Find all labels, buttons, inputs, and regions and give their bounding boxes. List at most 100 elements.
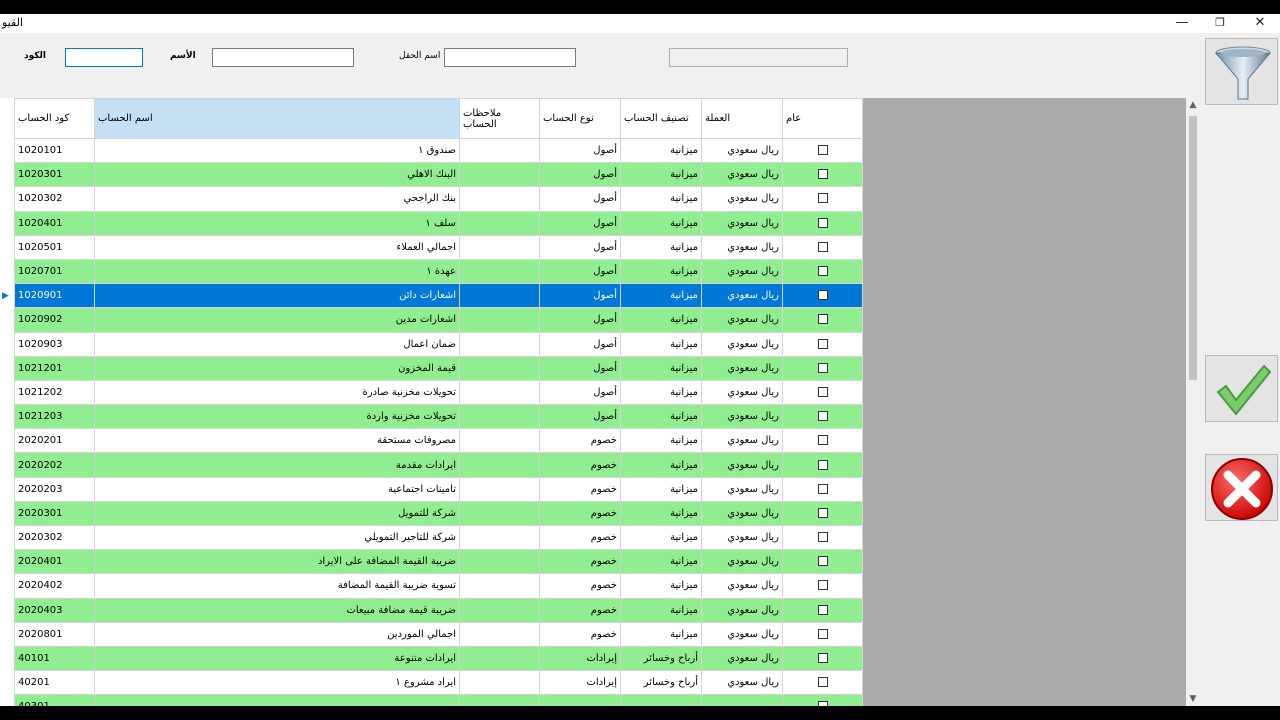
table-row[interactable]: 40201 ايراد مشروع ١ إيرادات أرباح وخسائر ريا… xyxy=(14,670,863,696)
cell-currency[interactable]: ريال سعودي xyxy=(701,645,783,672)
scroll-thumb[interactable] xyxy=(1189,116,1197,380)
table-row[interactable]: 2020203 تامينات اجتماعية خصوم ميزانية ريال س… xyxy=(14,476,863,502)
cell-class[interactable]: ميزانية xyxy=(620,621,702,647)
cell-currency[interactable]: ريال سعودي xyxy=(701,186,783,212)
cell-type[interactable]: خصوم xyxy=(539,428,621,454)
cell-name[interactable]: ايرادات متنوعة xyxy=(94,645,460,672)
cell-class[interactable]: ميزانية xyxy=(620,597,702,623)
cell-type[interactable]: أصول xyxy=(539,331,621,357)
cell-name[interactable]: صندوق ١ xyxy=(94,137,460,164)
cell-code[interactable]: 1020401 xyxy=(14,210,95,236)
cell-name[interactable]: ضمان اعمال xyxy=(94,331,460,357)
close-window-button[interactable]: ✕ xyxy=(1240,14,1280,33)
vertical-scrollbar[interactable]: ▲ ▼ xyxy=(1186,98,1200,706)
name-input[interactable] xyxy=(212,48,354,67)
cell-type[interactable]: أصول xyxy=(539,258,621,285)
code-input[interactable] xyxy=(65,48,143,67)
general-checkbox[interactable] xyxy=(817,677,828,688)
col-header-type[interactable]: نوع الحساب xyxy=(539,98,621,139)
general-checkbox[interactable] xyxy=(817,314,828,325)
cell-name[interactable]: ضريبة القيمة المضافة على الايراد xyxy=(94,549,460,575)
cell-notes[interactable] xyxy=(459,670,540,696)
cell-type[interactable]: خصوم xyxy=(539,573,621,599)
cell-type[interactable]: خصوم xyxy=(539,452,621,478)
cell-class[interactable]: ميزانية xyxy=(620,186,702,212)
cell-code[interactable]: 2020801 xyxy=(14,621,95,647)
cell-class[interactable]: ميزانية xyxy=(620,452,702,478)
table-row[interactable]: 1020101 صندوق ١ أصول ميزانية ريال سعودي xyxy=(14,137,863,164)
cell-notes[interactable] xyxy=(459,573,540,599)
cell-code[interactable]: 1021202 xyxy=(14,379,95,406)
general-checkbox[interactable] xyxy=(817,411,828,422)
cell-name[interactable]: عهدة ١ xyxy=(94,258,460,285)
cell-type[interactable]: أصول xyxy=(539,234,621,260)
cell-code[interactable]: 1020501 xyxy=(14,234,95,260)
table-row[interactable]: 2020201 مصروفات مستحقة خصوم ميزانية ريال سعو… xyxy=(14,428,863,454)
cell-currency[interactable]: ريال سعودي xyxy=(701,307,783,333)
cell-currency[interactable]: ريال سعودي xyxy=(701,452,783,478)
cell-name[interactable]: مصروفات مستحقة xyxy=(94,428,460,454)
cell-currency[interactable]: ريال سعودي xyxy=(701,355,783,381)
cell-currency[interactable]: ريال سعودي xyxy=(701,428,783,454)
cell-currency[interactable]: ريال سعودي xyxy=(701,476,783,502)
general-checkbox[interactable] xyxy=(817,532,828,543)
scroll-up-icon[interactable]: ▲ xyxy=(1186,98,1200,112)
general-checkbox[interactable] xyxy=(817,628,828,639)
general-checkbox[interactable] xyxy=(817,386,828,397)
table-row[interactable]: 1020301 البنك الاهلي أصول ميزانية ريال سعودي xyxy=(14,162,863,188)
cell-currency[interactable]: ريال سعودي xyxy=(701,379,783,406)
cell-notes[interactable] xyxy=(459,694,540,706)
general-checkbox[interactable] xyxy=(817,145,828,156)
cell-currency[interactable]: ريال سعودي xyxy=(701,210,783,236)
cell-class[interactable]: ميزانية xyxy=(620,355,702,381)
cell-code[interactable]: 1020901 xyxy=(14,283,95,309)
general-checkbox[interactable] xyxy=(817,241,828,252)
table-row[interactable]: 1020401 سلف ١ أصول ميزانية ريال سعودي xyxy=(14,210,863,236)
cell-notes[interactable] xyxy=(459,597,540,623)
general-checkbox[interactable] xyxy=(817,459,828,470)
cell-name[interactable]: شركة للتمويل xyxy=(94,500,460,527)
accounts-grid[interactable]: ▶ كود الحساب اسم الحساب ملاحظات الحساب ن… xyxy=(0,98,1186,706)
table-row[interactable]: 2020403 ضريبة قيمة مضافة مبيعات خصوم ميزاني… xyxy=(14,597,863,623)
cell-code[interactable]: 1020101 xyxy=(14,137,95,164)
table-row[interactable]: 2020302 شركة للتاجير التمويلي خصوم ميزانية ر… xyxy=(14,524,863,551)
col-header-notes[interactable]: ملاحظات الحساب xyxy=(459,98,540,139)
col-header-currency[interactable]: العملة xyxy=(701,98,783,139)
cell-notes[interactable] xyxy=(459,258,540,285)
table-row[interactable]: 2020301 شركة للتمويل خصوم ميزانية ريال سعودي xyxy=(14,500,863,527)
cell-name[interactable]: ايراد مشروع ١ xyxy=(94,670,460,696)
cell-currency[interactable]: ريال سعودي xyxy=(701,331,783,357)
table-row[interactable]: 1020902 اشعارات مدين أصول ميزانية ريال سعودي xyxy=(14,307,863,333)
cell-code[interactable]: 2020203 xyxy=(14,476,95,502)
cell-notes[interactable] xyxy=(459,428,540,454)
cell-notes[interactable] xyxy=(459,283,540,309)
cell-name[interactable]: تسوية ضريبة القيمة المضافة xyxy=(94,573,460,599)
cell-code[interactable]: 1021201 xyxy=(14,355,95,381)
cell-currency[interactable]: ريال سعودي xyxy=(701,500,783,527)
cell-code[interactable]: 1020902 xyxy=(14,307,95,333)
cell-class[interactable]: ميزانية xyxy=(620,137,702,164)
table-row[interactable]: 1021202 تحويلات مخزنية صادرة أصول ميزانية ري… xyxy=(14,379,863,406)
cell-code[interactable]: 1020903 xyxy=(14,331,95,357)
cell-name[interactable]: اجمالي الموردين xyxy=(94,621,460,647)
cell-notes[interactable] xyxy=(459,500,540,527)
general-checkbox[interactable] xyxy=(817,435,828,446)
general-checkbox[interactable] xyxy=(817,604,828,615)
cell-currency[interactable]: ريال سعودي xyxy=(701,234,783,260)
cell-code[interactable]: 1020302 xyxy=(14,186,95,212)
cell-currency[interactable]: ريال سعودي xyxy=(701,549,783,575)
cell-class[interactable]: ميزانية xyxy=(620,234,702,260)
table-row[interactable]: 2020202 ايرادات مقدمة خصوم ميزانية ريال سعود… xyxy=(14,452,863,478)
table-row[interactable]: 1020501 اجمالي العملاء أصول ميزانية ريال سعو… xyxy=(14,234,863,260)
cell-class[interactable]: ميزانية xyxy=(620,210,702,236)
cell-currency[interactable]: ريال سعودي xyxy=(701,137,783,164)
cell-class[interactable]: أرباح وخسائر xyxy=(620,645,702,672)
cell-type[interactable]: خصوم xyxy=(539,524,621,551)
cell-notes[interactable] xyxy=(459,549,540,575)
cell-currency[interactable]: ريال سعودي xyxy=(701,283,783,309)
cell-name[interactable]: تحويلات مخزنية واردة xyxy=(94,404,460,430)
cell-type[interactable]: خصوم xyxy=(539,597,621,623)
cell-name[interactable]: اشعارات دائن xyxy=(94,283,460,309)
cancel-button[interactable] xyxy=(1205,454,1278,521)
cell-code[interactable]: 2020201 xyxy=(14,428,95,454)
